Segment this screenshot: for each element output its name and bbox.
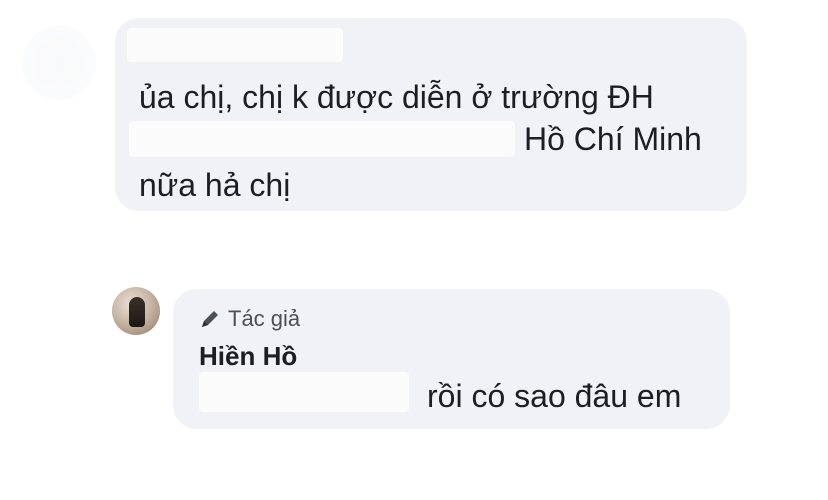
- commenter-avatar[interactable]: [22, 26, 96, 100]
- redacted-reply-text: [199, 372, 409, 412]
- author-avatar-figure: [129, 297, 145, 327]
- reply-bubble: Tác giả Hiền Hồ rồi có sao đâu em: [173, 289, 730, 429]
- comment-text-line-3: nữa hả chị: [139, 167, 291, 203]
- redacted-commenter-name: [127, 28, 343, 62]
- author-avatar[interactable]: [112, 287, 160, 335]
- pencil-icon: [202, 311, 218, 327]
- reply-author-name[interactable]: Hiền Hồ: [199, 341, 297, 372]
- comment-bubble: ủa chị, chị k được diễn ở trường ĐH Hồ C…: [115, 18, 747, 211]
- reply-text: rồi có sao đâu em: [427, 378, 682, 414]
- redacted-comment-text: [129, 121, 515, 157]
- author-badge-label: Tác giả: [228, 306, 301, 331]
- comment-text-line-1: ủa chị, chị k được diễn ở trường ĐH: [139, 79, 654, 115]
- comment-text-line-2: Hồ Chí Minh: [524, 121, 702, 157]
- author-badge: Tác giả: [198, 305, 300, 333]
